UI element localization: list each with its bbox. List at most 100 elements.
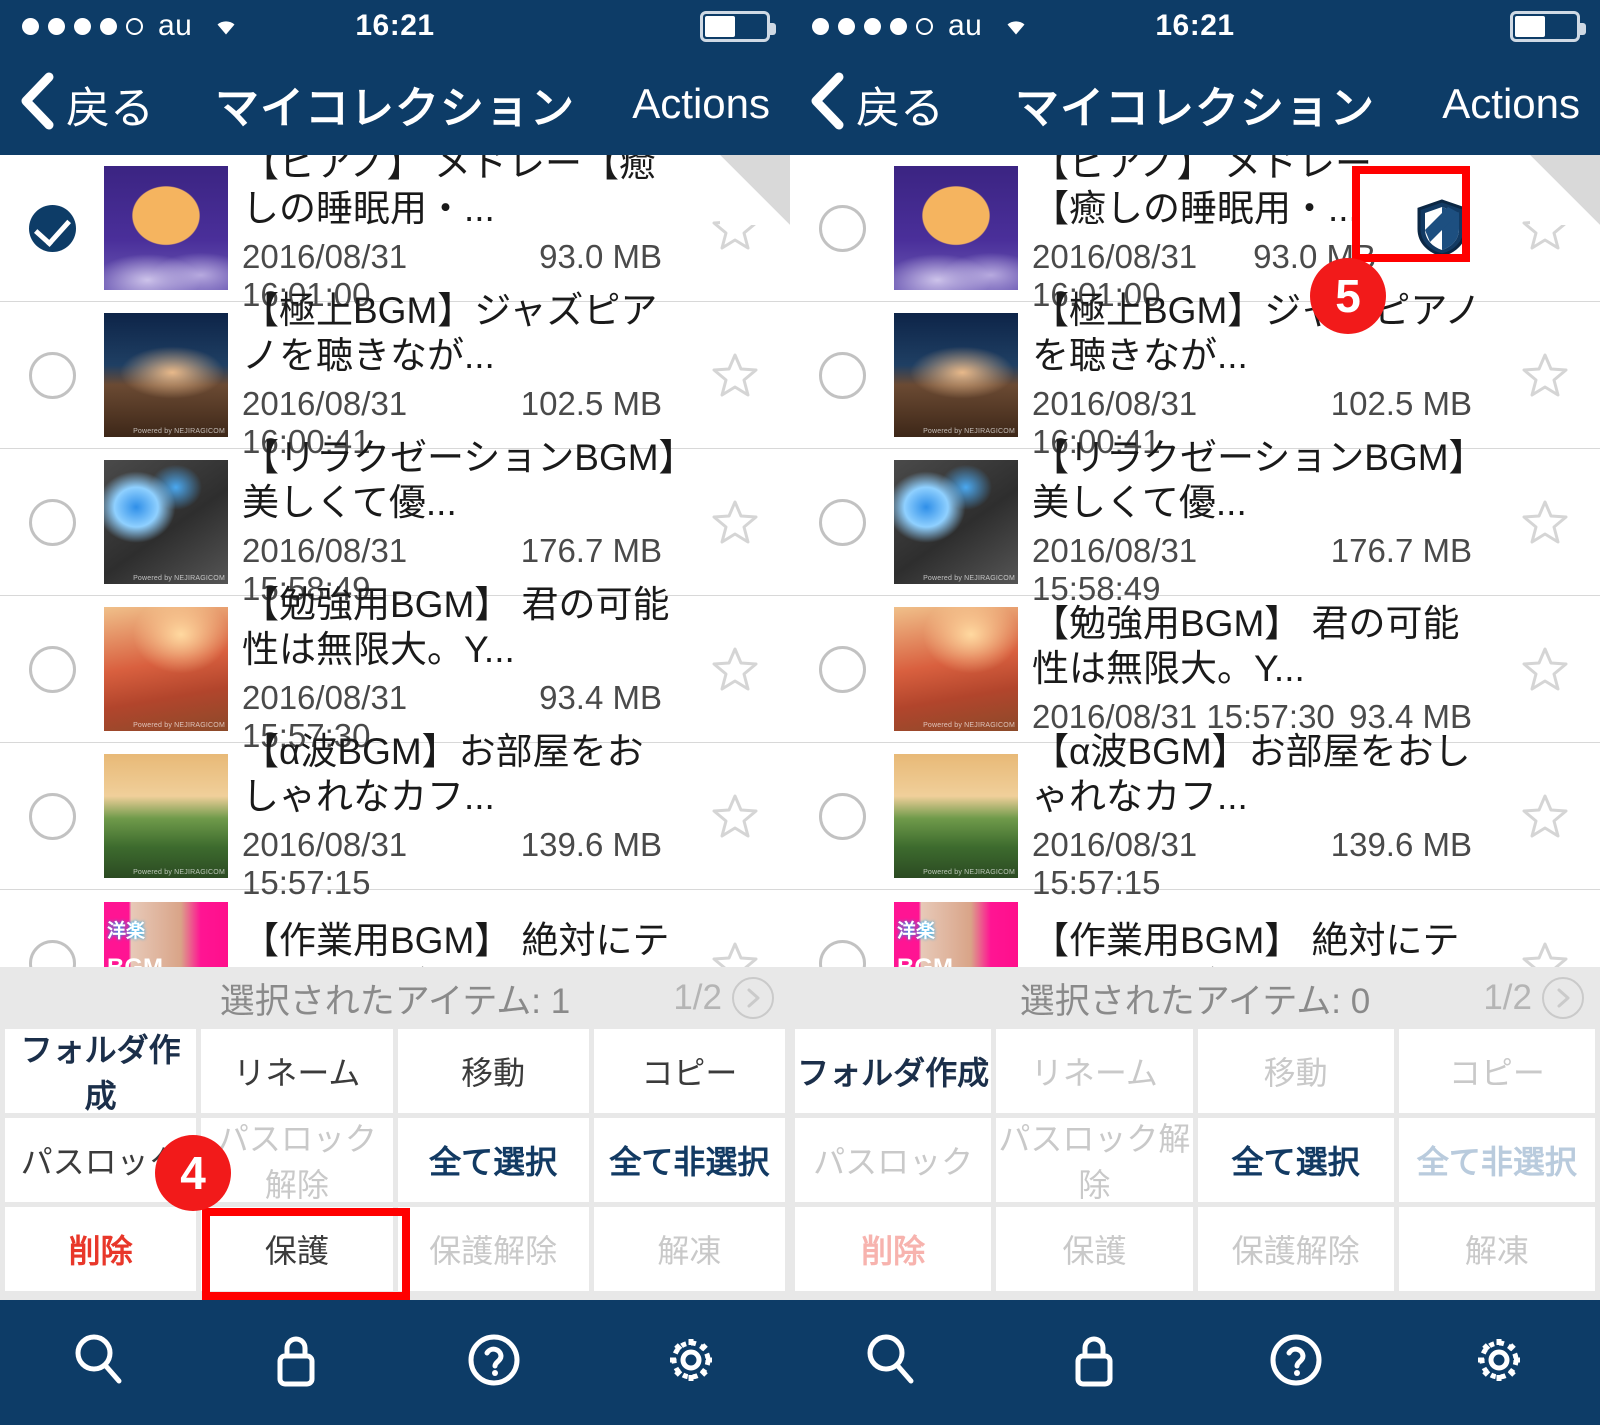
list-item[interactable]: Powered by NEJIRAGICOM 【α波BGM】お部屋をおしゃれなカフ… xyxy=(0,731,790,901)
list-item[interactable]: Powered by NEJIRAGICOM 【勉強用BGM】 君の可能性は無限大… xyxy=(790,596,1600,743)
item-title: 【α波BGM】お部屋をおしゃれなカフ... xyxy=(242,731,644,817)
actions-button[interactable]: Actions xyxy=(632,80,790,128)
back-button[interactable]: 戻る xyxy=(0,71,154,136)
star-outline-icon[interactable] xyxy=(680,350,790,400)
list-item[interactable]: Powered by NEJIRAGICOM 【α波BGM】お部屋をおしゃれなカフ… xyxy=(790,731,1600,901)
checkbox-checked[interactable] xyxy=(0,204,104,252)
star-outline-icon[interactable] xyxy=(1490,497,1600,547)
action-button[interactable]: 解凍 xyxy=(593,1207,785,1291)
action-button[interactable]: 保護解除 xyxy=(397,1207,589,1291)
list-item[interactable]: 洋楽BGM 【作業用BGM】 絶対にテンションが xyxy=(790,890,1600,967)
list-item[interactable]: 【ピアノ】 メドレー【癒しの睡眠用・... 2016/08/31 16:01:00… xyxy=(790,155,1600,313)
star-outline-icon[interactable] xyxy=(1490,939,1600,967)
checkbox-unchecked[interactable] xyxy=(0,351,104,399)
action-button[interactable]: 解凍 xyxy=(1398,1207,1595,1291)
item-thumbnail: Powered by NEJIRAGICOM xyxy=(104,460,228,584)
tab-bar-left[interactable] xyxy=(0,1300,790,1425)
item-thumbnail: Powered by NEJIRAGICOM xyxy=(104,754,228,878)
list-item[interactable]: Powered by NEJIRAGICOM 【リラクゼーションBGM】美しくて優… xyxy=(0,437,790,607)
back-button[interactable]: 戻る xyxy=(790,71,944,136)
search-icon xyxy=(860,1329,922,1396)
action-button[interactable]: パスロック解除 xyxy=(201,1118,393,1203)
item-size: 176.7 MB xyxy=(520,531,662,569)
item-thumbnail: Powered by NEJIRAGICOM xyxy=(894,460,1018,584)
star-outline-icon[interactable] xyxy=(680,644,790,694)
tab-help[interactable] xyxy=(1195,1300,1398,1425)
star-outline-icon[interactable] xyxy=(680,203,790,253)
tab-search[interactable] xyxy=(790,1300,993,1425)
shield-protected-icon[interactable] xyxy=(1394,198,1490,258)
star-outline-icon[interactable] xyxy=(680,497,790,547)
item-meta: 【リラクゼーションBGM】美しくて優... 2016/08/31 15:58:49… xyxy=(1018,436,1490,608)
action-button[interactable]: 全て非選択 xyxy=(1398,1118,1595,1202)
item-thumbnail: Powered by NEJIRAGICOM xyxy=(894,607,1018,731)
item-thumbnail: Powered by NEJIRAGICOM xyxy=(104,607,228,731)
star-outline-icon[interactable] xyxy=(1490,644,1600,694)
checkbox-unchecked[interactable] xyxy=(790,792,894,840)
list-item[interactable]: Powered by NEJIRAGICOM 【極上BGM】ジャズピアノを聴きなが… xyxy=(0,290,790,460)
tab-settings[interactable] xyxy=(593,1300,791,1425)
star-outline-icon[interactable] xyxy=(680,939,790,967)
action-button[interactable]: 保護 xyxy=(996,1207,1193,1291)
action-button[interactable]: フォルダ作成 xyxy=(5,1029,197,1114)
checkbox-unchecked[interactable] xyxy=(0,940,104,967)
nav-bar: 戻る マイコレクション Actions xyxy=(0,52,790,155)
action-button[interactable]: 移動 xyxy=(397,1029,589,1113)
list-item[interactable]: Powered by NEJIRAGICOM 【リラクゼーションBGM】美しくて優… xyxy=(790,437,1600,607)
checkbox-unchecked[interactable] xyxy=(0,498,104,546)
item-thumbnail: Powered by NEJIRAGICOM xyxy=(894,313,1018,437)
action-button[interactable]: コピー xyxy=(1398,1029,1595,1113)
checkbox-unchecked[interactable] xyxy=(790,940,894,967)
action-button[interactable]: パスロック解除 xyxy=(996,1118,1193,1203)
chevron-left-icon xyxy=(808,71,848,136)
checkbox-unchecked[interactable] xyxy=(0,645,104,693)
chevron-right-circle-icon[interactable] xyxy=(1542,977,1584,1019)
list-item[interactable]: Powered by NEJIRAGICOM 【極上BGM】ジャズピアノを聴きなが… xyxy=(790,290,1600,460)
list-item[interactable]: Powered by NEJIRAGICOM 【勉強用BGM】 君の可能性は無限大… xyxy=(0,584,790,754)
star-outline-icon[interactable] xyxy=(1490,791,1600,841)
star-outline-icon[interactable] xyxy=(1490,203,1600,253)
action-button[interactable]: パスロック xyxy=(795,1118,992,1202)
file-list-left[interactable]: 【ピアノ】 メドレー【癒しの睡眠用・... 2016/08/31 16:01:00… xyxy=(0,155,790,967)
action-button[interactable]: 保護解除 xyxy=(1197,1207,1394,1291)
checkbox-unchecked[interactable] xyxy=(790,645,894,693)
action-button[interactable]: 移動 xyxy=(1197,1029,1394,1113)
action-button-grid[interactable]: フォルダ作成 リネーム 移動 コピー パスロック パスロック解除 全て選択 全て非選択 削除 保護… xyxy=(0,1029,790,1296)
action-button[interactable]: 削除 xyxy=(795,1207,992,1291)
tab-bar-right[interactable] xyxy=(790,1300,1600,1425)
action-button[interactable]: 保護 xyxy=(201,1207,393,1291)
checkbox-unchecked[interactable] xyxy=(790,498,894,546)
action-button[interactable]: リネーム xyxy=(201,1029,393,1113)
actions-button[interactable]: Actions xyxy=(1442,80,1600,128)
action-button[interactable]: 全て選択 xyxy=(397,1118,589,1202)
tab-lock[interactable] xyxy=(198,1300,396,1425)
chevron-right-circle-icon[interactable] xyxy=(732,977,774,1019)
action-button[interactable]: コピー xyxy=(593,1029,785,1113)
status-bar: au 16:21 xyxy=(0,0,790,52)
action-button[interactable]: リネーム xyxy=(996,1029,1193,1113)
tab-search[interactable] xyxy=(0,1300,198,1425)
annotation-badge-5: 5 xyxy=(1310,258,1386,334)
list-item[interactable]: 【ピアノ】 メドレー【癒しの睡眠用・... 2016/08/31 16:01:00… xyxy=(0,155,790,313)
action-button[interactable]: 削除 xyxy=(5,1207,197,1291)
tab-help[interactable] xyxy=(395,1300,593,1425)
action-button[interactable]: 全て非選択 xyxy=(593,1118,785,1202)
action-button[interactable]: フォルダ作成 xyxy=(795,1029,992,1113)
action-button-grid[interactable]: フォルダ作成 リネーム 移動 コピー パスロック パスロック解除 全て選択 全て非選択 削除 保護… xyxy=(790,1029,1600,1296)
item-size: 139.6 MB xyxy=(1330,825,1472,863)
screen-left: au 16:21 戻る マイコレクション Actions 【ピアノ】 メドレー【… xyxy=(0,0,790,1425)
list-item[interactable]: 洋楽BGM 【作業用BGM】 絶対にテンションが xyxy=(0,890,790,967)
item-title: 【勉強用BGM】 君の可能性は無限大。Y... xyxy=(1032,603,1460,689)
checkbox-unchecked[interactable] xyxy=(790,204,894,252)
checkbox-unchecked[interactable] xyxy=(0,792,104,840)
status-bar: au 16:21 xyxy=(790,0,1600,52)
tab-settings[interactable] xyxy=(1398,1300,1600,1425)
item-title: 【リラクゼーションBGM】美しくて優... xyxy=(242,437,678,523)
tab-lock[interactable] xyxy=(993,1300,1196,1425)
nav-bar: 戻る マイコレクション Actions xyxy=(790,52,1600,155)
checkbox-unchecked[interactable] xyxy=(790,351,894,399)
file-list-right[interactable]: 【ピアノ】 メドレー【癒しの睡眠用・... 2016/08/31 16:01:00… xyxy=(790,155,1600,967)
action-button[interactable]: 全て選択 xyxy=(1197,1118,1394,1202)
star-outline-icon[interactable] xyxy=(1490,350,1600,400)
star-outline-icon[interactable] xyxy=(680,791,790,841)
